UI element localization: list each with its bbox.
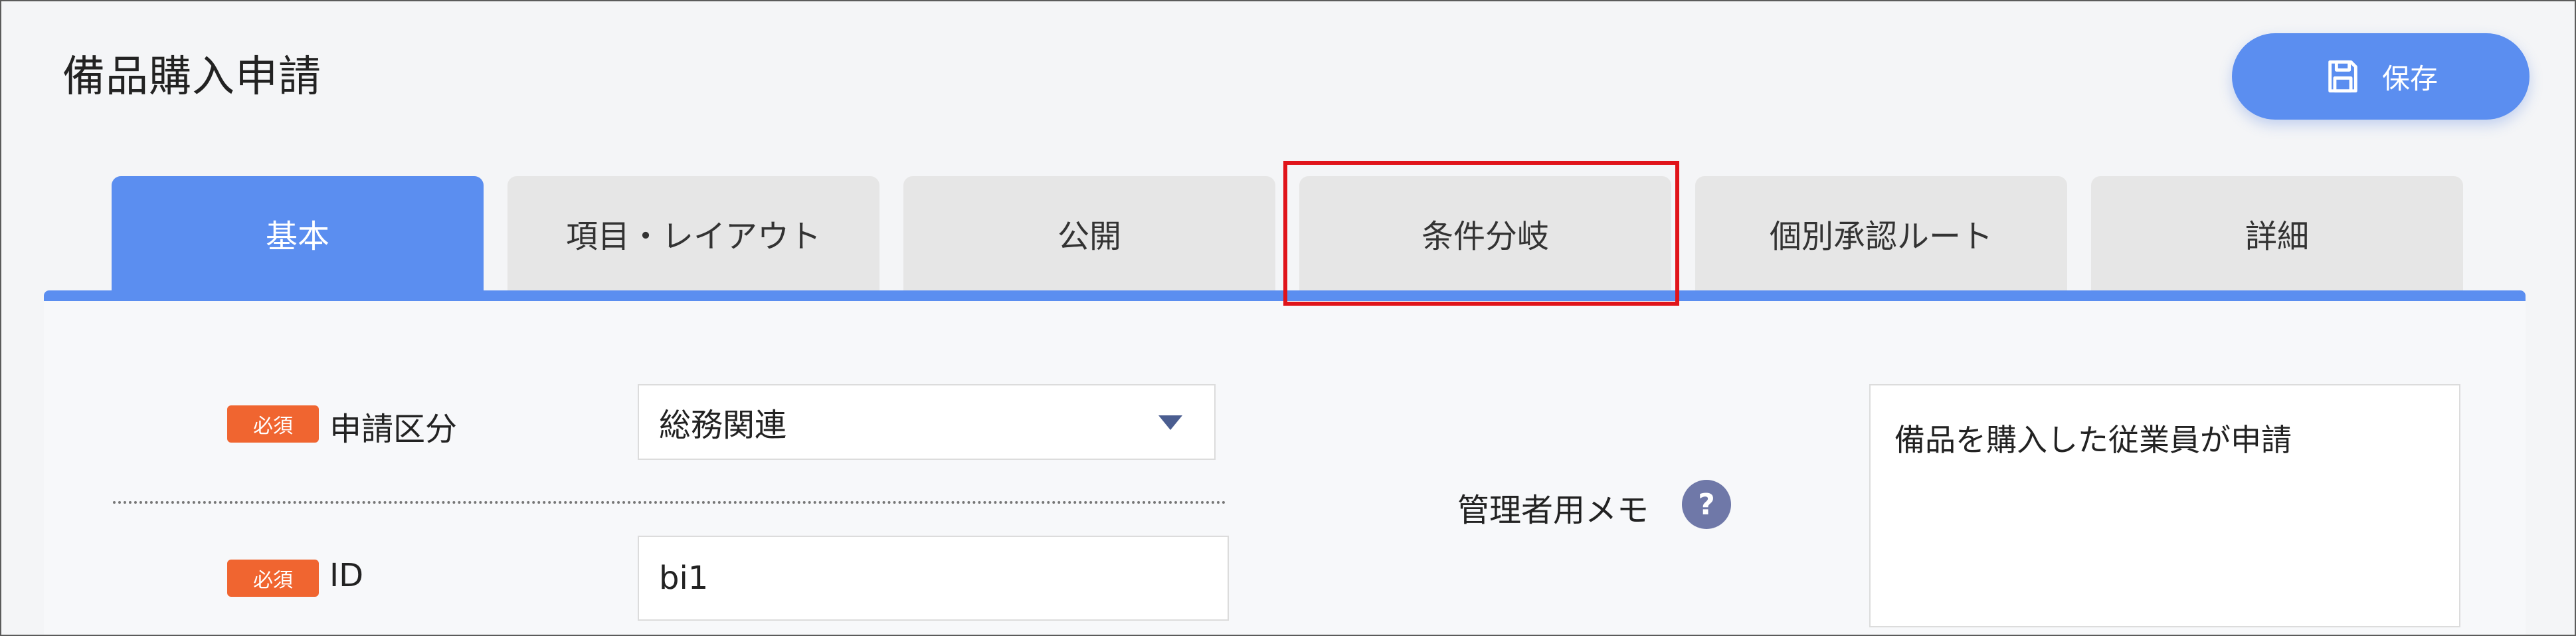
- caret-down-icon: [1158, 415, 1182, 430]
- save-button-label: 保存: [2381, 62, 2438, 95]
- page-title: 備品購入申請: [62, 53, 322, 102]
- tab-individual-approval-route[interactable]: 個別承認ルート: [1695, 176, 2067, 290]
- tab-label: 公開: [1057, 218, 1121, 255]
- tab-label: 条件分岐: [1421, 218, 1549, 255]
- tab-conditional-branch[interactable]: 条件分岐: [1299, 176, 1671, 290]
- tab-label: 基本: [265, 218, 329, 255]
- tab-underline-bar: [44, 290, 2526, 301]
- tab-label: 詳細: [2245, 218, 2309, 255]
- help-icon[interactable]: ?: [1682, 480, 1731, 529]
- id-label: ID: [329, 557, 364, 594]
- id-field-value: bi1: [659, 560, 709, 597]
- floppy-disk-icon: [2324, 57, 2362, 96]
- dotted-divider: [113, 501, 1226, 504]
- save-button[interactable]: 保存: [2232, 33, 2530, 120]
- tab-label: 項目・レイアウト: [565, 218, 821, 255]
- tab-details[interactable]: 詳細: [2091, 176, 2463, 290]
- tab-basic[interactable]: 基本: [112, 176, 484, 290]
- admin-memo-textarea[interactable]: 備品を購入した従業員が申請: [1869, 384, 2460, 627]
- category-label: 申請区分: [329, 411, 458, 448]
- category-select-value: 総務関連: [659, 407, 787, 444]
- tab-label: 個別承認ルート: [1769, 218, 1993, 255]
- required-badge: 必須: [227, 560, 319, 597]
- required-badge: 必須: [227, 405, 319, 443]
- app-window: 備品購入申請 保存 基本 項目・レイアウト 公開 条件分岐 個別承認ルート 詳細: [0, 0, 2576, 636]
- tab-items-layout[interactable]: 項目・レイアウト: [507, 176, 879, 290]
- admin-memo-label: 管理者用メモ: [1457, 492, 1649, 529]
- category-select[interactable]: 総務関連: [638, 384, 1216, 460]
- id-field[interactable]: bi1: [638, 536, 1229, 621]
- tab-publish[interactable]: 公開: [903, 176, 1275, 290]
- admin-memo-value: 備品を購入した従業員が申請: [1894, 422, 2292, 458]
